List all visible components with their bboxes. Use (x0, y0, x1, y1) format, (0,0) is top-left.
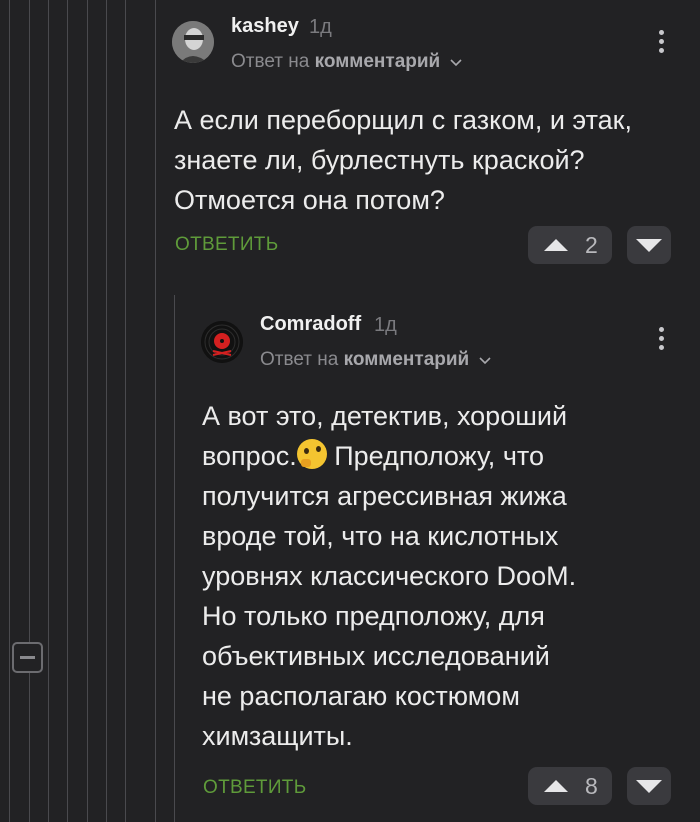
reply-prefix: Ответ на (260, 349, 339, 370)
upvote-button[interactable]: 8 (528, 767, 612, 805)
body-line: Предположу, что (334, 441, 544, 471)
upvote-icon (544, 239, 568, 251)
vinyl-record-icon (201, 321, 243, 363)
body-line: получится агрессивная жижа (202, 481, 567, 511)
reply-target: комментарий (343, 349, 470, 370)
vote-count: 2 (585, 232, 598, 258)
body-line: Но только предположу, для (202, 601, 545, 631)
reply-to-link[interactable]: Ответ на комментарий (231, 51, 462, 73)
downvote-icon (636, 239, 662, 252)
body-line: не располагаю костюмом (202, 681, 520, 711)
thread-line (48, 0, 49, 822)
reply-prefix: Ответ на (231, 51, 310, 72)
avatar[interactable] (201, 321, 243, 363)
upvote-icon (544, 780, 568, 792)
more-options-icon[interactable] (659, 30, 665, 57)
comment-time: 1д (309, 16, 332, 38)
chevron-down-icon (478, 357, 491, 365)
thread-line (174, 295, 175, 822)
downvote-button[interactable] (627, 767, 671, 805)
chevron-down-icon (449, 59, 462, 67)
body-line: химзащиты. (202, 721, 353, 751)
body-line: А вот это, детектив, хороший (202, 401, 568, 431)
body-line: вопрос. (202, 441, 297, 471)
thread-line (106, 0, 107, 822)
body-line: знаете ли, бурлестнуть краской? (174, 145, 585, 175)
thread-line (155, 0, 156, 822)
username[interactable]: Comradoff (260, 313, 361, 336)
body-line-with-emoji: вопрос. Предположу, что (202, 436, 672, 476)
avatar[interactable] (172, 21, 214, 63)
thread-line (9, 0, 10, 822)
reply-button[interactable]: ОТВЕТИТЬ (203, 777, 306, 799)
body-line: уровнях классического DooM. (202, 561, 577, 591)
reply-button[interactable]: ОТВЕТИТЬ (175, 234, 278, 256)
collapse-thread-button[interactable] (12, 642, 43, 673)
thread-line (125, 0, 126, 822)
comment-time: 1д (374, 314, 397, 336)
reply-to-link[interactable]: Ответ на комментарий (260, 349, 491, 371)
upvote-button[interactable]: 2 (528, 226, 612, 264)
vote-count: 8 (585, 773, 598, 799)
comment-body: А вот это, детектив, хороший вопрос. Пре… (202, 396, 672, 756)
reply-target: комментарий (314, 51, 441, 72)
more-options-icon[interactable] (659, 327, 665, 354)
downvote-button[interactable] (627, 226, 671, 264)
body-line: Отмоется она потом? (174, 185, 445, 215)
comment-body: А если переборщил с газком, и этак, знае… (174, 100, 674, 220)
body-line: вроде той, что на кислотных (202, 521, 559, 551)
downvote-icon (636, 780, 662, 793)
user-photo-icon (172, 21, 214, 63)
body-line: объективных исследований (202, 641, 550, 671)
body-line: А если переборщил с газком, и этак, (174, 105, 632, 135)
thread-line (67, 0, 68, 822)
thread-line (87, 0, 88, 822)
thinking-face-emoji-icon (296, 439, 327, 469)
thread-line (29, 0, 30, 822)
username[interactable]: kashey (231, 15, 299, 38)
